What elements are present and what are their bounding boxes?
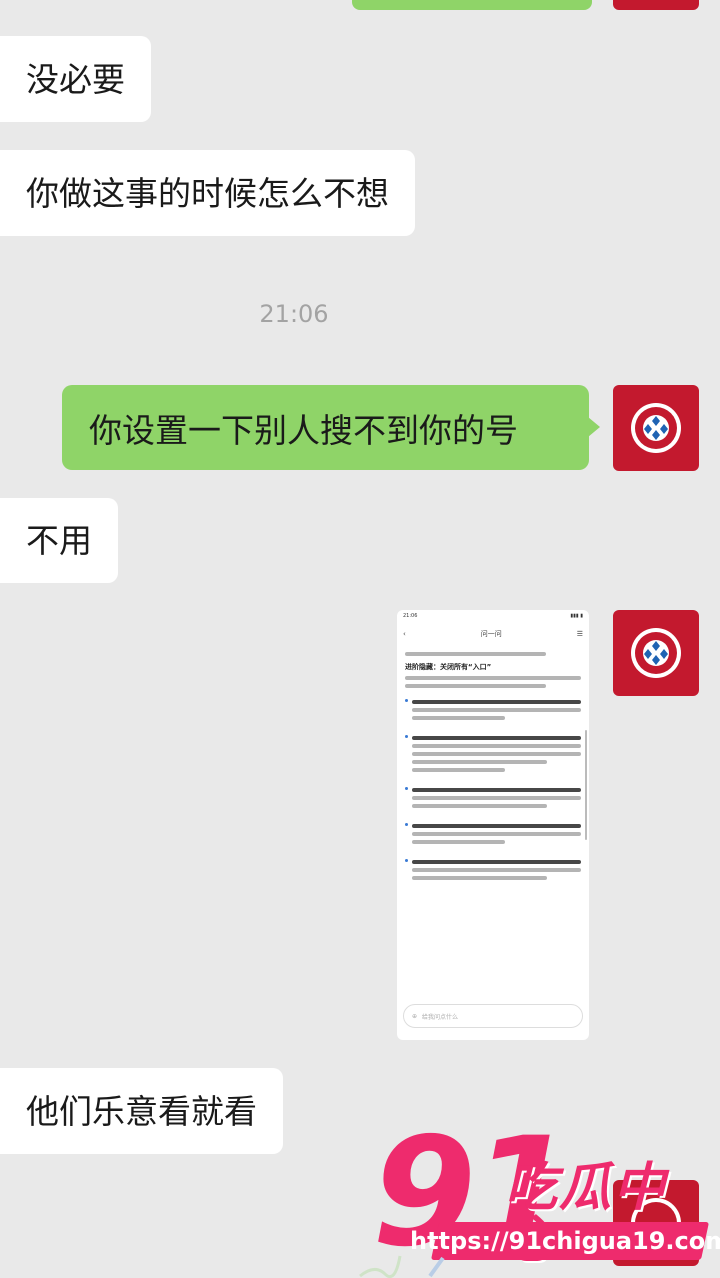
thumb-back-icon: ‹ [403,630,406,638]
fc-bayern-badge-icon [631,628,681,678]
message-text: 不用 [26,521,92,560]
watermark-url: https://91chigua19.com [410,1222,720,1260]
watermark-url-text: https://91chigua19.com [409,1227,720,1255]
thumb-menu-icon: ☰ [576,630,583,638]
message-text: 你做这事的时候怎么不想 [26,173,389,213]
thumb-scrollbar [585,730,587,840]
thumb-signal-icon: ▮▮▮ ▮ [570,613,583,619]
message-text: 他们乐意看就看 [26,1091,257,1131]
message-bubble-sent[interactable]: 你设置一下别人搜不到你的号 [62,385,600,470]
avatar[interactable] [613,610,699,696]
thumb-input-field: ⊕ 给我问点什么 [403,1004,583,1028]
message-timestamp: 21:06 [259,300,329,328]
previous-avatar[interactable] [613,0,699,10]
message-bubble-received[interactable]: 不用 [0,498,118,583]
message-bubble-received[interactable]: 没必要 [0,36,151,122]
message-text: 你设置一下别人搜不到你的号 [89,410,518,450]
thumb-status-time: 21:06 [403,613,418,619]
fc-bayern-badge-icon [631,403,681,453]
thumb-heading: 进阶隐藏：关闭所有“入口” [405,663,492,671]
thumb-nav-bar: ‹ 问一问 ☰ [397,624,589,644]
previous-sent-bubble[interactable] [352,0,592,10]
message-text: 没必要 [26,59,125,99]
thumb-nav-title: 问一问 [480,630,502,638]
thumb-plus-icon: ⊕ [412,1012,418,1020]
message-bubble-received[interactable]: 你做这事的时候怎么不想 [0,150,415,236]
message-bubble-received[interactable]: 他们乐意看就看 [0,1068,283,1154]
thumb-input-placeholder: 给我问点什么 [422,1013,459,1021]
thumb-status-bar: 21:06 ▮▮▮ ▮ [397,610,589,624]
shared-screenshot-image[interactable]: 21:06 ▮▮▮ ▮ ‹ 问一问 ☰ 进阶隐藏：关闭所有“入口” ⊕ 给我问点… [397,610,589,1040]
decorative-squiggle-icon [359,1255,445,1278]
thumb-article-body: 进阶隐藏：关闭所有“入口” [397,644,589,888]
avatar[interactable] [613,385,699,471]
